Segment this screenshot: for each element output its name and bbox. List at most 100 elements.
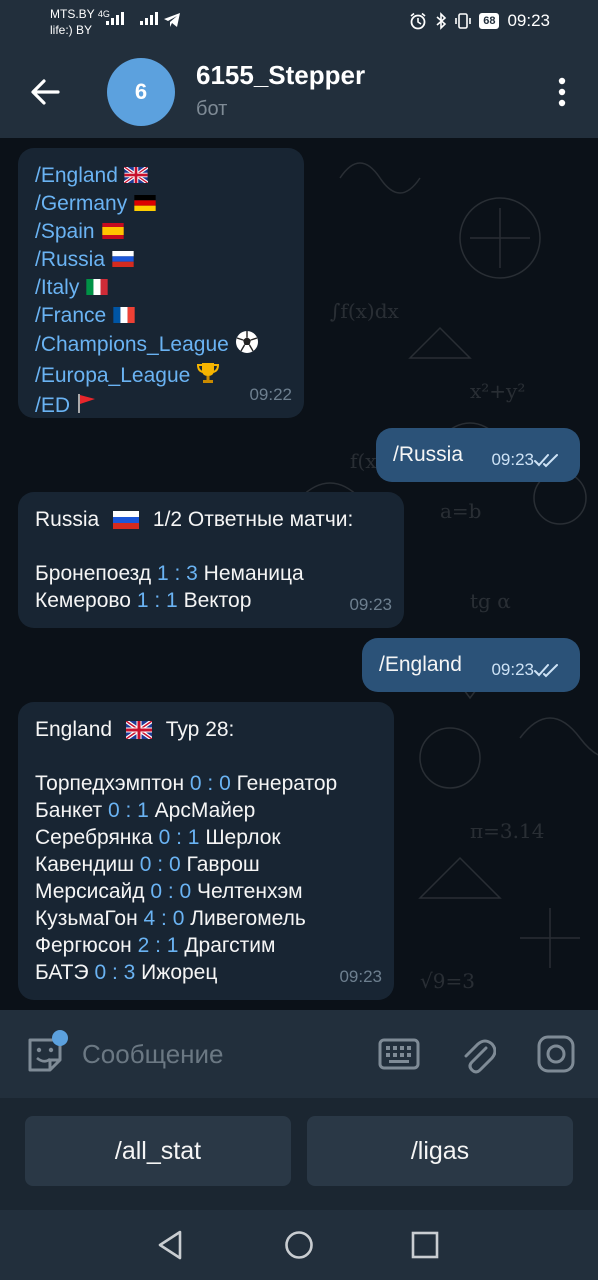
command-link[interactable]: /Germany	[35, 192, 127, 215]
carrier-info: MTS.BY 4G life:) BY	[50, 6, 110, 38]
chat-title[interactable]: 6155_Stepper	[196, 60, 365, 91]
home-team: КузьмаГон	[35, 907, 138, 930]
away-team: Неманица	[203, 562, 304, 585]
match-row: Кемерово 1 : 1 Вектор	[35, 587, 388, 614]
command-line: /Russia	[35, 246, 288, 274]
home-team: Кемерово	[35, 589, 131, 612]
away-team: Генератор	[236, 772, 338, 795]
nav-home-icon[interactable]	[282, 1228, 316, 1262]
command-line: /France	[35, 302, 288, 330]
svg-text:x²+y²: x²+y²	[470, 379, 525, 403]
double-check-icon	[534, 454, 558, 468]
round-name: 1/2 Ответные матчи:	[152, 508, 354, 531]
match-score: 0 : 0	[150, 880, 192, 903]
message-text: /England	[379, 653, 462, 676]
message-time: 09:23	[491, 450, 534, 469]
svg-text:√9=3: √9=3	[420, 969, 475, 993]
bot-keyboard-icon[interactable]	[378, 1038, 420, 1070]
avatar[interactable]: 6	[107, 58, 175, 126]
home-team: БАТЭ	[35, 961, 89, 984]
away-team: Шерлок	[205, 826, 281, 849]
command-link[interactable]: /Spain	[35, 220, 95, 243]
command-line: /Champions_League	[35, 330, 288, 361]
home-team: Банкет	[35, 799, 103, 822]
message-text: /Russia	[393, 443, 464, 466]
alarm-icon	[410, 12, 426, 30]
country-name: England	[35, 718, 113, 741]
message-composer	[0, 1010, 598, 1098]
command-link[interactable]: /England	[35, 164, 118, 187]
chat-area[interactable]: ∫f(x)dx x²+y² f(x)=? R2L a=b π=3.14 √9=3…	[0, 138, 598, 1010]
trophy-icon	[196, 361, 220, 392]
message-time: 09:23	[339, 967, 382, 986]
flag-ru-icon	[113, 511, 140, 530]
match-score: 1 : 1	[136, 589, 178, 612]
status-right: 68 09:23	[409, 11, 550, 31]
command-link[interactable]: /ED	[35, 394, 70, 417]
bot-reply-keyboard: /all_stat /ligas	[0, 1098, 598, 1210]
message-time: 09:22	[249, 385, 292, 404]
command-link[interactable]: /Italy	[35, 276, 79, 299]
command-link[interactable]: /Europa_League	[35, 364, 190, 387]
message-bubble-england-results[interactable]: England Тур 28: Торпедхэмптон 0 : 0 Гене…	[18, 702, 394, 1000]
svg-text:tg α: tg α	[470, 589, 511, 613]
signal-icon	[106, 12, 124, 25]
message-bubble-commands[interactable]: /England/Germany/Spain/Russia/Italy/Fran…	[18, 148, 304, 418]
match-score: 2 : 1	[137, 934, 179, 957]
match-row: Фергюсон 2 : 1 Драгстим	[35, 932, 378, 959]
match-row: КузьмаГон 4 : 0 Ливегомель	[35, 905, 378, 932]
more-vert-icon[interactable]	[550, 74, 574, 110]
back-arrow-icon[interactable]	[26, 72, 66, 112]
away-team: Ижорец	[141, 961, 218, 984]
home-team: Серебрянка	[35, 826, 153, 849]
match-score: 0 : 0	[189, 772, 231, 795]
command-line: /Germany	[35, 190, 288, 218]
flag-it-icon	[85, 275, 109, 302]
match-row: Серебрянка 0 : 1 Шерлок	[35, 824, 378, 851]
telegram-notification-icon	[164, 13, 180, 27]
match-row: Банкет 0 : 1 АрсМайер	[35, 797, 378, 824]
system-nav-bar	[0, 1210, 598, 1280]
flag-ru-icon	[111, 247, 135, 274]
results-heading: Russia 1/2 Ответные матчи:	[35, 506, 388, 533]
message-bubble-outgoing[interactable]: /Russia 09:23	[376, 428, 580, 482]
bluetooth-icon	[436, 12, 447, 30]
sticker-notification-dot	[52, 1030, 68, 1046]
red-flag-icon	[76, 392, 98, 421]
svg-text:π=3.14: π=3.14	[470, 819, 544, 843]
nav-back-icon[interactable]	[154, 1228, 188, 1262]
message-input[interactable]	[82, 1034, 352, 1074]
camera-icon[interactable]	[536, 1034, 576, 1074]
match-score: 0 : 3	[94, 961, 136, 984]
command-link[interactable]: /Champions_League	[35, 333, 229, 356]
soccer-ball-icon	[235, 330, 259, 361]
carrier-1: MTS.BY	[50, 7, 95, 21]
command-line: /Italy	[35, 274, 288, 302]
match-row: Торпедхэмптон 0 : 0 Генератор	[35, 770, 378, 797]
message-time: 09:23	[491, 660, 534, 679]
signal-icon-2	[140, 12, 158, 25]
all-stat-button[interactable]: /all_stat	[25, 1116, 291, 1186]
command-link[interactable]: /France	[35, 304, 106, 327]
results-heading: England Тур 28:	[35, 716, 378, 743]
match-row: Мерсисайд 0 : 0 Челтенхэм	[35, 878, 378, 905]
message-bubble-russia-results[interactable]: Russia 1/2 Ответные матчи: Бронепоезд 1 …	[18, 492, 404, 628]
flag-gb-icon	[123, 163, 149, 190]
status-bar: MTS.BY 4G life:) BY 68 09:23	[0, 0, 598, 46]
attach-icon[interactable]	[460, 1034, 496, 1074]
match-score: 0 : 1	[107, 799, 149, 822]
ligas-button[interactable]: /ligas	[307, 1116, 573, 1186]
match-list: Бронепоезд 1 : 3 Неманица Кемерово 1 : 1 …	[35, 560, 388, 614]
match-score: 0 : 0	[139, 853, 181, 876]
flag-de-icon	[133, 191, 157, 218]
message-bubble-outgoing[interactable]: /England 09:23	[362, 638, 580, 692]
round-name: Тур 28:	[165, 718, 235, 741]
home-team: Торпедхэмптон	[35, 772, 185, 795]
command-link[interactable]: /Russia	[35, 248, 105, 271]
carrier-2: life:) BY	[50, 23, 93, 37]
match-score: 0 : 1	[158, 826, 200, 849]
flag-es-icon	[101, 219, 125, 246]
away-team: АрсМайер	[154, 799, 256, 822]
away-team: Гаврош	[186, 853, 260, 876]
nav-recents-icon[interactable]	[408, 1228, 442, 1262]
